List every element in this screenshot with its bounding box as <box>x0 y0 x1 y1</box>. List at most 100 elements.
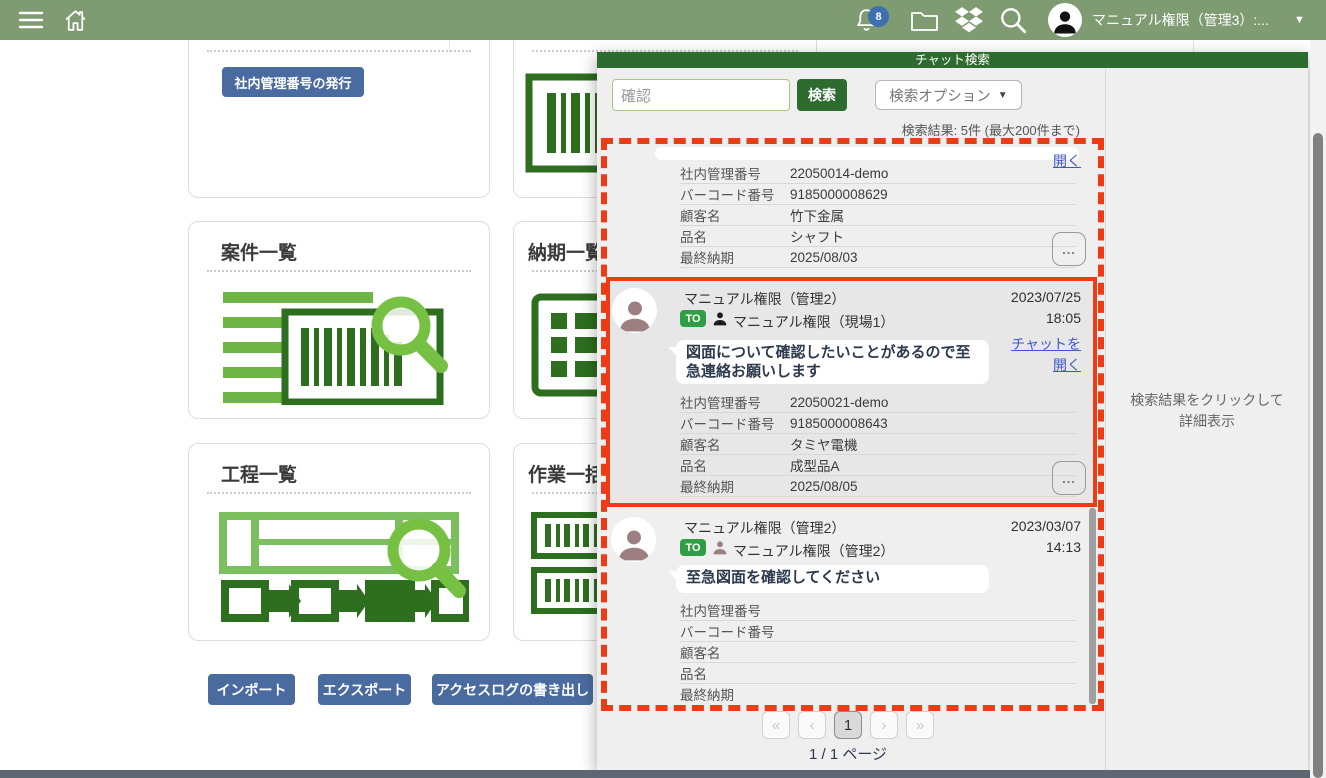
field-value: 22050014-demo <box>790 165 889 181</box>
case-list-icon <box>223 290 453 410</box>
export-button[interactable]: エクスポート <box>318 674 411 705</box>
field-row: バーコード番号 9185000008629 <box>680 184 1076 205</box>
field-row: 最終納期 2025/08/05 <box>680 476 1076 497</box>
search-options-button[interactable]: 検索オプション ▼ <box>875 80 1022 110</box>
field-row: バーコード番号 9185000008643 <box>680 413 1076 434</box>
sender-name: マニュアル権限（管理2） <box>684 520 846 536</box>
field-label: 社内管理番号 <box>680 604 761 619</box>
folder-icon[interactable] <box>910 0 939 40</box>
pagination-label: 1 / 1 ページ <box>808 746 888 763</box>
pagination-last-button[interactable]: » <box>906 711 934 739</box>
field-row: 顧客名 竹下金属 <box>680 205 1076 226</box>
search-options-label: 検索オプション <box>889 88 991 105</box>
message-bubble: 至急図面を確認してください <box>676 565 989 593</box>
pagination-page-1-button[interactable]: 1 <box>834 711 862 739</box>
card-edge-line <box>1193 40 1194 52</box>
field-row: 社内管理番号 22050021-demo <box>680 392 1076 413</box>
message-time: 14:13 <box>1045 539 1081 555</box>
field-row: バーコード番号 <box>680 621 1076 642</box>
field-row: 最終納期 2025/08/03 <box>680 247 1076 268</box>
sender-name: マニュアル権限（管理2） <box>684 291 846 307</box>
menu-button[interactable] <box>18 0 44 40</box>
field-row: 顧客名 <box>680 642 1076 663</box>
card-process-list[interactable]: 工程一覧 <box>188 443 490 641</box>
field-label: 社内管理番号 <box>680 167 761 182</box>
avatar <box>611 517 656 562</box>
recipient-name: マニュアル権限（現場1） <box>733 314 895 330</box>
result-fields: 社内管理番号 22050014-demo バーコード番号 91850000086… <box>680 163 1076 268</box>
to-badge: TO <box>680 539 706 556</box>
pagination-first-button[interactable]: « <box>762 711 790 739</box>
field-value: 2025/08/05 <box>790 478 858 494</box>
field-row: 品名 シャフト <box>680 226 1076 247</box>
browser-scrollbar-thumb[interactable] <box>1313 133 1323 778</box>
field-label: 社内管理番号 <box>680 396 761 411</box>
search-result-1[interactable]: 開く 社内管理番号 22050014-demo バーコード番号 91850000… <box>608 144 1089 277</box>
user-menu-chevron-down-icon[interactable]: ▼ <box>1294 0 1305 40</box>
field-label: バーコード番号 <box>680 417 775 432</box>
message-date: 2023/07/25 <box>1010 289 1081 305</box>
pagination-prev-button[interactable]: ‹ <box>798 711 826 739</box>
pagination-next-button[interactable]: › <box>870 711 898 739</box>
field-label: 顧客名 <box>680 209 721 224</box>
browser-scrollbar[interactable] <box>1310 40 1326 778</box>
chat-search-input[interactable] <box>612 79 790 111</box>
divider <box>207 492 471 494</box>
home-icon[interactable] <box>62 0 89 40</box>
open-chat-link[interactable]: 開く <box>1053 355 1081 375</box>
result-count-text: 検索結果: 5件 (最大200件まで) <box>901 123 1080 138</box>
results-scrollbar-thumb[interactable] <box>1089 508 1096 704</box>
open-chat-link[interactable]: チャットを <box>1011 334 1081 354</box>
divider <box>207 50 471 52</box>
field-value: 竹下金属 <box>790 209 844 224</box>
card-edge-line <box>449 40 450 52</box>
message-bubble: 図面について確認したいことがあるので至急連絡お願いします <box>676 340 989 384</box>
field-label: 品名 <box>680 667 707 682</box>
field-label: 最終納期 <box>680 480 734 495</box>
more-options-button[interactable]: ... <box>1052 461 1086 495</box>
card-case-list-title: 案件一覧 <box>221 243 298 264</box>
search-result-3[interactable]: マニュアル権限（管理2） TO マニュアル権限（管理2） 2023/03/07 … <box>608 508 1089 704</box>
avatar <box>612 288 657 333</box>
search-button[interactable]: 検索 <box>797 79 847 111</box>
app-root: 社内管理番号の発行 案件一覧 納期一覧 工程一覧 作業一括 インポート エクスポ… <box>0 0 1326 778</box>
message-bubble-clipped <box>655 147 1079 160</box>
field-value: 9185000008629 <box>790 186 888 202</box>
notification-count-badge: 8 <box>868 6 889 27</box>
message-date: 2023/03/07 <box>1010 518 1081 534</box>
search-icon[interactable] <box>998 0 1028 40</box>
card-case-list[interactable]: 案件一覧 <box>188 221 490 419</box>
issue-control-number-button[interactable]: 社内管理番号の発行 <box>222 67 364 97</box>
card-delivery-list-title: 納期一覧 <box>528 243 605 264</box>
more-options-button[interactable]: ... <box>1052 232 1086 266</box>
import-button[interactable]: インポート <box>208 674 295 705</box>
field-label: 最終納期 <box>680 251 734 266</box>
field-row: 最終納期 <box>680 684 1076 704</box>
user-avatar[interactable] <box>1048 3 1082 37</box>
chevron-down-icon: ▼ <box>997 89 1008 101</box>
page-bottom-backdrop <box>0 770 1310 778</box>
chat-search-panel-title: チャット検索 <box>597 52 1308 68</box>
field-label: 顧客名 <box>680 646 721 661</box>
app-header: 8 マニュアル権限（管理3）:... ▼ <box>0 0 1326 40</box>
user-menu-label[interactable]: マニュアル権限（管理3）:... <box>1092 0 1269 40</box>
field-value: 成型品A <box>790 459 840 474</box>
result-fields: 社内管理番号 バーコード番号 顧客名 品名 最終納期 <box>680 600 1076 704</box>
field-label: 最終納期 <box>680 688 734 703</box>
card-work-batch-title: 作業一括 <box>528 465 605 486</box>
dropbox-icon[interactable] <box>955 0 983 40</box>
field-label: 品名 <box>680 459 707 474</box>
field-label: バーコード番号 <box>680 625 775 640</box>
to-badge: TO <box>680 310 706 327</box>
field-row: 品名 成型品A <box>680 455 1076 476</box>
field-row: 社内管理番号 22050014-demo <box>680 163 1076 184</box>
field-label: バーコード番号 <box>680 188 775 203</box>
result-fields: 社内管理番号 22050021-demo バーコード番号 91850000086… <box>680 392 1076 497</box>
access-log-export-button[interactable]: アクセスログの書き出し <box>432 674 593 705</box>
field-value: 22050021-demo <box>790 394 889 410</box>
field-row: 品名 <box>680 663 1076 684</box>
recipient-person-icon <box>712 539 728 555</box>
search-result-2-highlighted[interactable]: マニュアル権限（管理2） TO マニュアル権限（現場1） 2023/07/25 … <box>606 277 1097 507</box>
message-time: 18:05 <box>1045 310 1081 326</box>
field-value: タミヤ電機 <box>790 438 858 453</box>
